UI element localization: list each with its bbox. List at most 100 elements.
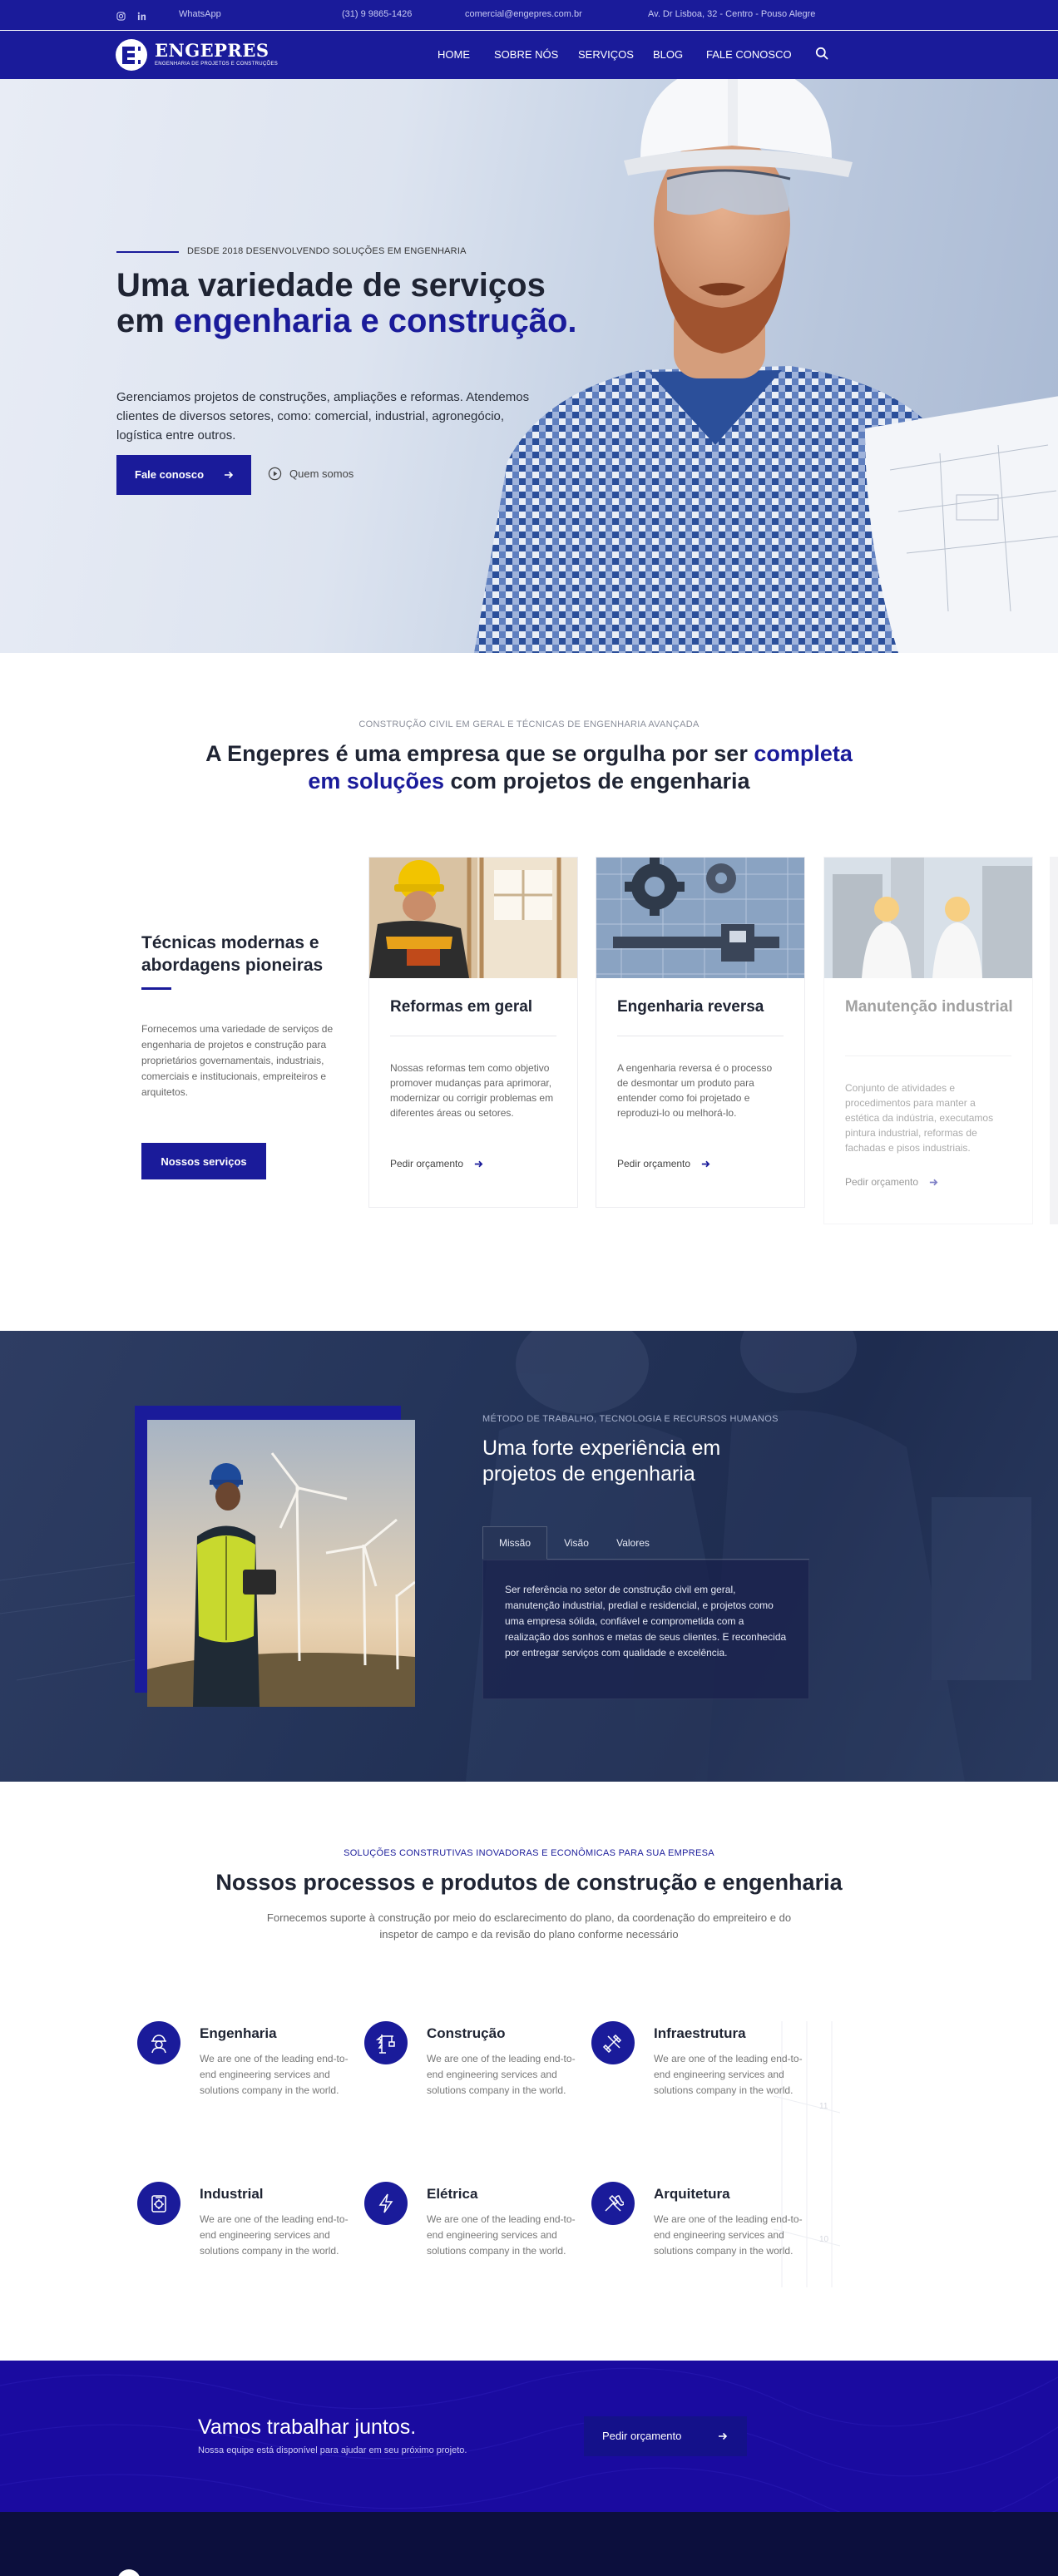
card-title: Manutenção industrial	[845, 998, 1013, 1016]
svg-text:10: 10	[819, 2235, 829, 2244]
card-description: A engenharia reversa é o processo de des…	[617, 1062, 773, 1119]
processes-eyebrow: SOLUÇÕES CONSTRUTIVAS INOVADORAS E ECONÔ…	[344, 1848, 714, 1858]
services-side-title: Técnicas modernas e abordagens pioneiras	[141, 933, 324, 975]
nav-fale-conosco[interactable]: FALE CONOSCO	[706, 48, 792, 61]
engineer-icon	[137, 2021, 180, 2064]
fale-conosco-button[interactable]: Fale conosco	[116, 455, 251, 495]
hammer-wrench-icon	[591, 2182, 635, 2225]
experience-title: Uma forte experiência em projetos de eng…	[482, 1436, 721, 1486]
intro-eyebrow: CONSTRUÇÃO CIVIL EM GERAL E TÉCNICAS DE …	[358, 719, 700, 729]
nav-sobre-nos[interactable]: SOBRE NÓS	[494, 48, 558, 61]
tab-missao[interactable]: Missão	[482, 1526, 547, 1560]
pedir-orcamento-link[interactable]: Pedir orçamento	[845, 1176, 939, 1188]
card-description: Nossas reformas tem como objetivo promov…	[390, 1062, 554, 1119]
feature-title: Industrial	[200, 2186, 264, 2202]
cta-title: Vamos trabalhar juntos.	[198, 2415, 417, 2439]
feature-arquitetura: Arquitetura We are one of the leading en…	[591, 2182, 808, 2298]
lightning-icon	[364, 2182, 408, 2225]
footer-logo-icon	[118, 2569, 140, 2576]
service-card-manutencao[interactable]: Manutenção industrial Conjunto de ativid…	[823, 857, 1033, 1224]
linkedin-icon[interactable]	[136, 10, 147, 22]
crane-icon	[364, 2021, 408, 2064]
experience-eyebrow: MÉTODO DE TRABALHO, TECNOLOGIA E RECURSO…	[482, 1414, 779, 1424]
tab-panel-text: Ser referência no setor de construção ci…	[505, 1584, 787, 1659]
brand-name: ENGEPRES	[155, 40, 269, 61]
address-text: Av. Dr Lisboa, 32 - Centro - Pouso Alegr…	[648, 9, 816, 19]
reformas-image	[369, 858, 577, 978]
next-card-peek	[1050, 857, 1058, 1224]
engenharia-reversa-image	[596, 858, 804, 978]
cta-background-pattern	[0, 2367, 1058, 2512]
footer	[0, 2512, 1058, 2576]
arrow-right-icon	[225, 471, 234, 479]
card-description: Conjunto de atividades e procedimentos p…	[845, 1082, 994, 1154]
processes-title: Nossos processos e produtos de construçã…	[215, 1870, 843, 1895]
feature-engenharia: Engenharia We are one of the leading end…	[137, 2021, 353, 2138]
arrow-right-icon	[929, 1179, 938, 1185]
feature-description: We are one of the leading end-to-end eng…	[200, 2213, 349, 2257]
feature-eletrica: Elétrica We are one of the leading end-t…	[364, 2182, 581, 2298]
feature-title: Construção	[427, 2025, 506, 2041]
nossos-servicos-button[interactable]: Nossos serviços	[141, 1143, 266, 1179]
top-bar: WhatsApp (31) 9 9865-1426 comercial@enge…	[0, 0, 1058, 31]
main-header: ENGEPRES ENGENHARIA DE PROJETOS E CONSTR…	[0, 31, 1058, 79]
processes-description: Fornecemos suporte à construção por meio…	[266, 1911, 792, 1941]
pedir-orcamento-link[interactable]: Pedir orçamento	[617, 1158, 711, 1169]
instagram-icon[interactable]	[115, 10, 126, 22]
cta-section: Vamos trabalhar juntos. Nossa equipe est…	[0, 2361, 1058, 2512]
hero-description: Gerenciamos projetos de construções, amp…	[116, 390, 530, 443]
card-title: Engenharia reversa	[617, 998, 764, 1016]
hero-eyebrow: DESDE 2018 DESENVOLVENDO SOLUÇÕES EM ENG…	[187, 246, 467, 256]
hero-section: DESDE 2018 DESENVOLVENDO SOLUÇÕES EM ENG…	[0, 79, 1058, 653]
service-card-engenharia-reversa[interactable]: Engenharia reversa A engenharia reversa …	[596, 857, 805, 1208]
feature-title: Elétrica	[427, 2186, 478, 2202]
feature-description: We are one of the leading end-to-end eng…	[654, 2213, 803, 2257]
feature-description: We are one of the leading end-to-end eng…	[427, 2213, 576, 2257]
factory-icon	[137, 2182, 180, 2225]
manutencao-image	[824, 858, 1032, 978]
feature-construcao: Construção We are one of the leading end…	[364, 2021, 581, 2138]
feature-title: Engenharia	[200, 2025, 277, 2041]
tab-visao[interactable]: Visão	[553, 1526, 600, 1560]
feature-infraestrutura: Infraestrutura We are one of the leading…	[591, 2021, 808, 2138]
brand-tagline: ENGENHARIA DE PROJETOS E CONSTRUÇÕES	[155, 62, 279, 67]
logo-mark-icon	[116, 39, 147, 71]
intro-title: A Engepres é uma empresa que se orgulha …	[205, 741, 853, 794]
card-title: Reformas em geral	[390, 998, 533, 1016]
services-side-accent	[141, 987, 171, 990]
play-circle-icon	[268, 467, 282, 481]
services-side-description: Fornecemos uma variedade de serviços de …	[141, 1023, 334, 1098]
tools-icon	[591, 2021, 635, 2064]
pedir-orcamento-button[interactable]: Pedir orçamento	[584, 2416, 747, 2456]
experience-tabs: Missão Visão Valores	[482, 1526, 809, 1560]
feature-title: Infraestrutura	[654, 2025, 746, 2041]
site-logo[interactable]: ENGEPRES ENGENHARIA DE PROJETOS E CONSTR…	[115, 37, 278, 74]
hero-eyebrow-line	[116, 251, 179, 253]
nav-home[interactable]: HOME	[438, 48, 470, 61]
wind-turbine-engineer-image	[147, 1420, 415, 1707]
email-link[interactable]: comercial@engepres.com.br	[465, 9, 582, 19]
arrow-right-icon	[719, 2432, 728, 2440]
pedir-orcamento-link[interactable]: Pedir orçamento	[390, 1158, 484, 1169]
service-card-reformas[interactable]: Reformas em geral Nossas reformas tem co…	[368, 857, 578, 1208]
svg-text:11: 11	[819, 2102, 828, 2111]
tab-panel: Ser referência no setor de construção ci…	[482, 1560, 809, 1699]
quem-somos-link[interactable]: Quem somos	[268, 467, 353, 481]
tab-valores[interactable]: Valores	[606, 1526, 660, 1560]
arrow-right-icon	[474, 1160, 483, 1167]
cta-subtitle: Nossa equipe está disponível para ajudar…	[198, 2445, 467, 2455]
feature-title: Arquitetura	[654, 2186, 730, 2202]
feature-industrial: Industrial We are one of the leading end…	[137, 2182, 353, 2298]
feature-description: We are one of the leading end-to-end eng…	[427, 2053, 576, 2096]
whatsapp-link[interactable]: WhatsApp	[179, 9, 221, 19]
search-icon[interactable]	[815, 47, 830, 62]
hero-engineer-image	[474, 79, 1058, 653]
nav-blog[interactable]: BLOG	[653, 48, 683, 61]
arrow-right-icon	[701, 1160, 710, 1167]
hero-title: Uma variedade de serviços em engenharia …	[116, 267, 577, 339]
feature-description: We are one of the leading end-to-end eng…	[200, 2053, 349, 2096]
phone-link[interactable]: (31) 9 9865-1426	[342, 9, 412, 19]
feature-description: We are one of the leading end-to-end eng…	[654, 2053, 803, 2096]
experience-section: MÉTODO DE TRABALHO, TECNOLOGIA E RECURSO…	[0, 1331, 1058, 1782]
nav-servicos[interactable]: SERVIÇOS	[578, 48, 634, 61]
